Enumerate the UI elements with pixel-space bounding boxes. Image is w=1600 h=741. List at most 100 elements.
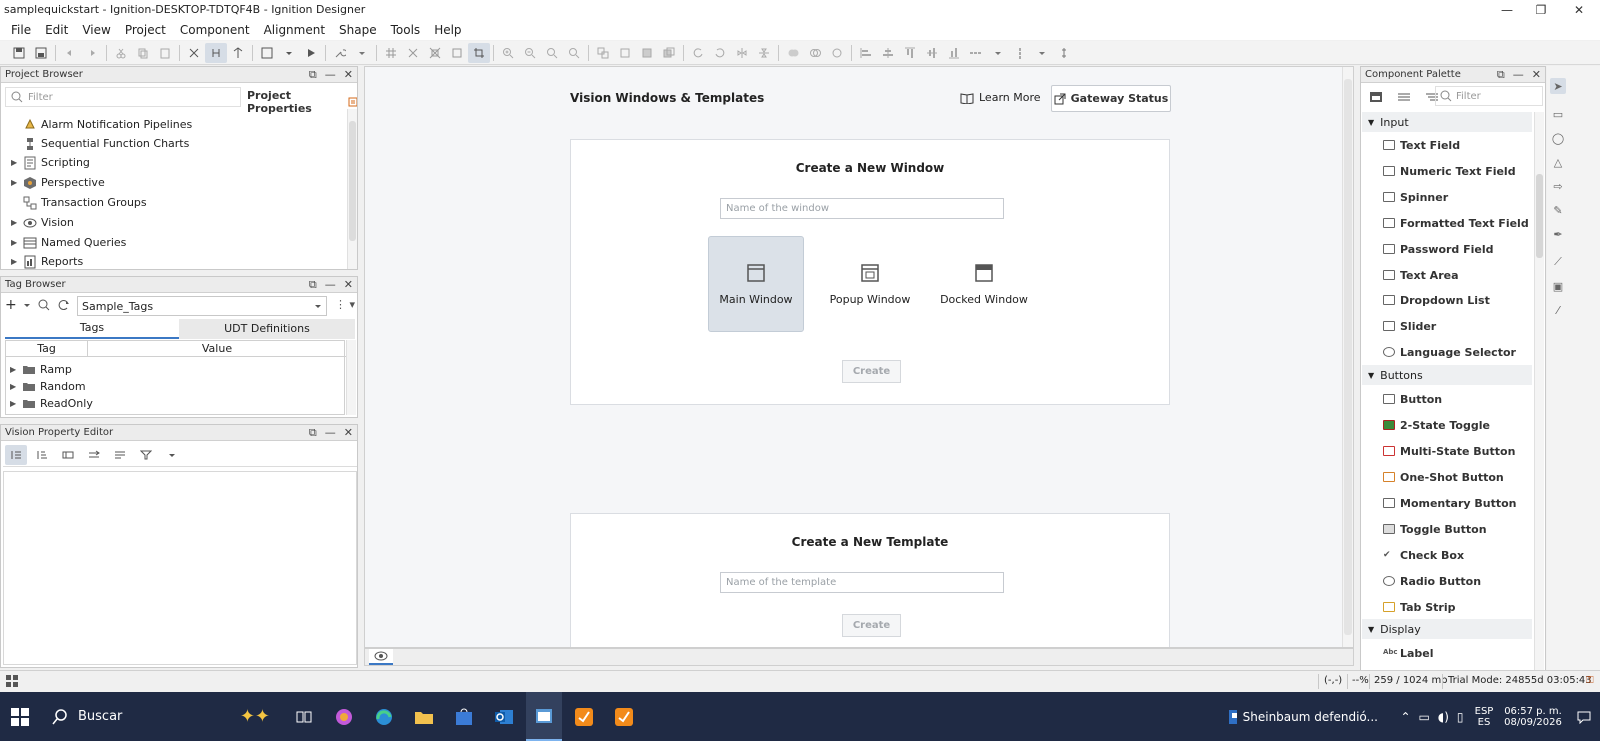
refresh-icon[interactable] [57,298,71,312]
project-browser-scrollbar[interactable] [347,109,357,269]
redo-icon[interactable] [81,43,103,63]
popup-window-option[interactable]: Popup Window [822,236,918,332]
image-icon[interactable]: ▣ [1550,278,1566,294]
close-panel-icon[interactable]: ✕ [344,277,353,292]
search-icon[interactable] [37,298,51,312]
eyedropper-icon[interactable]: ⁄ [1550,302,1566,318]
difference-icon[interactable] [804,43,826,63]
play-icon[interactable] [300,43,322,63]
expand-arrow-icon[interactable]: ▶ [11,238,23,247]
tree-item-sfc[interactable]: Sequential Function Charts [11,134,189,153]
bindings-icon[interactable] [83,445,105,465]
zoom-in-icon[interactable] [497,43,519,63]
palette-filter-field[interactable]: Filter [1435,86,1543,106]
filter-icon[interactable] [135,445,157,465]
align-bottom-icon[interactable] [943,43,965,63]
align-left-icon[interactable] [855,43,877,63]
more-options-icon[interactable]: ⋮ ▾ [335,298,355,311]
close-button[interactable]: ✕ [1562,0,1596,20]
send-back-icon[interactable] [658,43,680,63]
palette-item-check-box[interactable]: ✔ Check Box [1383,545,1464,565]
palette-sort-icon[interactable] [1393,87,1415,107]
tree-item-transaction-groups[interactable]: Transaction Groups [11,193,147,212]
crop-icon[interactable] [468,42,490,63]
windows-start-icon[interactable] [0,692,40,741]
flip-vertical-icon[interactable] [753,43,775,63]
grid-apps-icon[interactable] [6,675,18,687]
flip-horizontal-icon[interactable] [731,43,753,63]
palette-item-2-state-toggle[interactable]: 2-State Toggle [1383,415,1490,435]
file-explorer-icon[interactable] [406,692,442,741]
intersect-icon[interactable] [826,43,848,63]
tree-item-perspective[interactable]: ▶ Perspective [11,173,105,192]
tab-tags[interactable]: Tags [5,319,179,339]
resize-icon[interactable] [446,43,468,63]
chevron-down-icon[interactable] [161,445,183,465]
float-icon[interactable]: ⧉ [309,425,317,440]
sort-categorized-icon[interactable] [5,444,27,465]
palette-item-language-selector[interactable]: Language Selector [1383,342,1516,362]
store-icon[interactable] [446,692,482,741]
palette-item-tab-strip[interactable]: Tab Strip [1383,597,1455,617]
distribute-horizontal-icon[interactable] [965,43,987,63]
main-window-option[interactable]: Main Window [708,236,804,332]
minimize-button[interactable]: — [1490,0,1524,20]
column-header-value[interactable]: Value [88,341,346,357]
polygon-icon[interactable]: △ [1550,154,1566,170]
minimize-panel-icon[interactable]: — [325,67,336,82]
align-top-icon[interactable] [899,43,921,63]
pen-icon[interactable]: ✒ [1550,226,1566,242]
rotate-ccw-icon[interactable] [709,43,731,63]
workspace-scrollbar[interactable] [1342,67,1353,647]
pencil-icon[interactable]: ✎ [1550,202,1566,218]
palette-item-spinner[interactable]: Spinner [1383,187,1448,207]
menu-view[interactable]: View [75,23,117,37]
table-row[interactable]: ▶ ReadOnly [10,395,93,412]
palette-item-multi-state-button[interactable]: Multi-State Button [1383,441,1515,461]
palette-item-password-field[interactable]: Password Field [1383,239,1494,259]
copy-icon[interactable] [132,43,154,63]
table-row[interactable]: ▶ Ramp [10,361,72,378]
expand-arrow-icon[interactable]: ▶ [10,365,22,374]
align-center-icon[interactable] [877,43,899,63]
tree-item-scripting[interactable]: ▶ Scripting [11,153,90,172]
palette-item-toggle-button[interactable]: Toggle Button [1383,519,1487,539]
ungroup-icon[interactable] [614,43,636,63]
tree-item-alarm-pipelines[interactable]: Alarm Notification Pipelines [11,115,192,134]
create-window-button[interactable]: Create [842,360,901,383]
tag-provider-select[interactable]: Sample_Tags [77,296,327,316]
tree-item-named-queries[interactable]: ▶ Named Queries [11,233,126,252]
layout-icon[interactable] [227,43,249,63]
project-filter-field[interactable]: Filter [5,87,241,107]
table-view-icon[interactable] [57,445,79,465]
network-icon[interactable]: ▭ [1419,710,1430,724]
news-widget[interactable]: Sheinbaum defendió... [1228,692,1378,741]
palette-item-radio-button[interactable]: Radio Button [1383,571,1481,591]
expand-arrow-icon[interactable]: ▶ [11,257,23,266]
ignition-launcher-icon[interactable] [566,692,602,741]
zoom-out-icon[interactable] [519,43,541,63]
paste-icon[interactable] [154,43,176,63]
sort-alphabetic-icon[interactable] [31,445,53,465]
menu-component[interactable]: Component [173,23,257,37]
palette-view-icon[interactable] [1365,87,1387,107]
expand-arrow-icon[interactable]: ▶ [11,158,23,167]
edge-icon[interactable] [366,692,402,741]
maximize-button[interactable]: ❐ [1524,0,1558,20]
expand-arrow-icon[interactable]: ▶ [11,218,23,227]
comment-icon[interactable]: ▭ [1550,106,1566,122]
rotate-cw-icon[interactable] [687,43,709,63]
preview-mode-icon[interactable] [205,42,227,63]
pointer-icon[interactable]: ➤ [1550,78,1566,94]
close-panel-icon[interactable]: ✕ [344,67,353,82]
column-header-tag[interactable]: Tag [6,341,88,357]
float-icon[interactable]: ⧉ [309,277,317,292]
volume-icon[interactable]: ◖) [1438,710,1449,724]
palette-item-text-field[interactable]: Text Field [1383,135,1460,155]
template-name-input[interactable]: Name of the template [720,572,1004,593]
arrow-right-icon[interactable]: ⇨ [1550,178,1566,194]
palette-item-one-shot-button[interactable]: One-Shot Button [1383,467,1504,487]
welcome-tab[interactable] [369,649,393,665]
copilot-icon[interactable] [326,692,362,741]
notifications-icon[interactable] [1570,692,1598,741]
